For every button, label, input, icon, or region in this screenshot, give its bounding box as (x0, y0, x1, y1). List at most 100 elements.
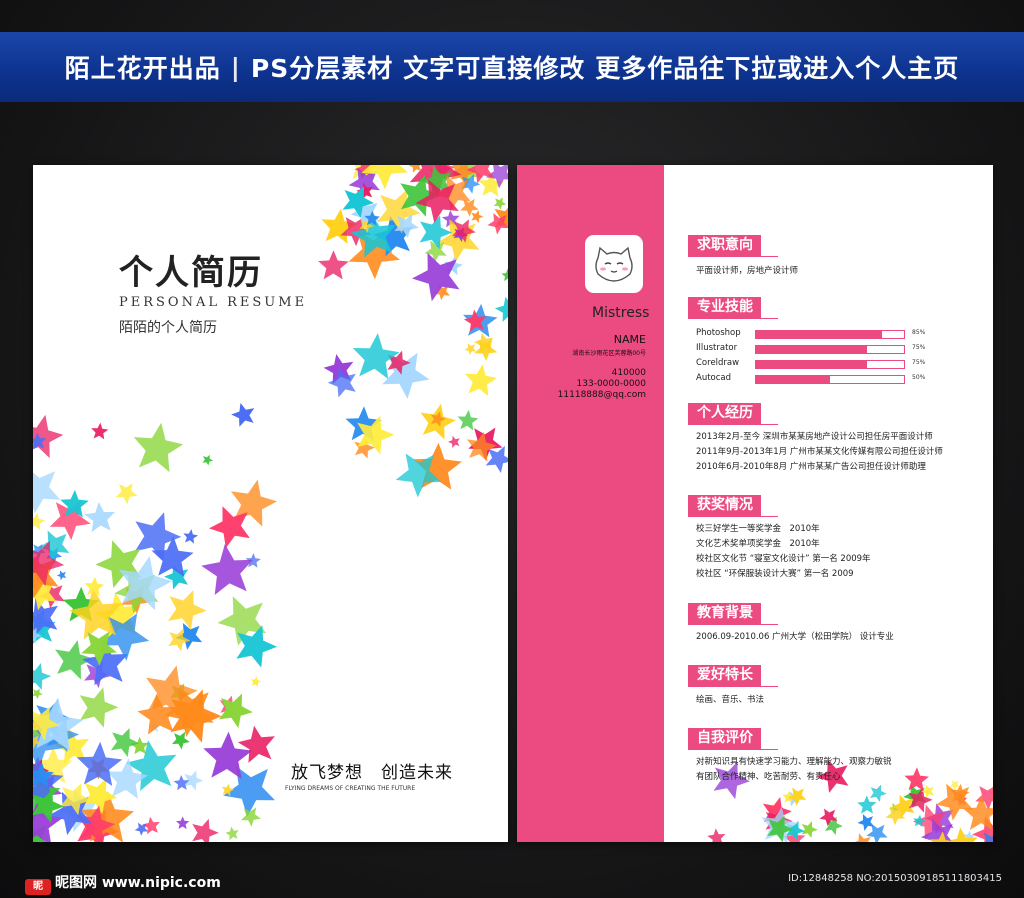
star-shape (250, 676, 262, 687)
star-shape (33, 688, 43, 700)
star-shape (869, 784, 887, 802)
cover-subtitle-cn: 陌陌的个人简历 (119, 320, 217, 336)
star-shape (33, 512, 46, 531)
star-shape (84, 502, 115, 533)
banner-text-2: 文字可直接修改 (403, 54, 586, 83)
cover-slogan-en: FLYING DREAMS OF CREATING THE FUTURE (285, 785, 416, 792)
profile-zip: 410000 (611, 368, 646, 378)
skill-row: Illustrator 75% (696, 342, 936, 357)
skill-bar (755, 360, 905, 369)
list-item: 2010年6月-2010年8月 广州市某某广告公司担任设计师助理 (696, 462, 926, 472)
star-shape (176, 816, 190, 830)
skill-bar (755, 345, 905, 354)
star-shape (485, 445, 508, 473)
resume-content-page: Mistress NAME 湖南长沙雨花区芙蓉路00号 410000 133-0… (517, 165, 993, 842)
section-title-experience: 个人经历 (688, 403, 761, 424)
star-shape (494, 296, 508, 322)
star-shape (493, 197, 507, 210)
avatar (585, 235, 643, 293)
star-shape (201, 543, 253, 595)
profile-address: 湖南长沙雨花区芙蓉路00号 (572, 350, 646, 357)
hobbies-content: 绘画、音乐、书法 (696, 695, 765, 705)
logo-mark-icon: 昵 (25, 879, 51, 895)
skill-name: Coreldraw (696, 358, 740, 368)
star-shape (457, 409, 479, 431)
image-id-text: ID:12848258 NO:20150309185111803415 (788, 873, 1002, 884)
intent-content: 平面设计师，房地产设计师 (696, 266, 799, 276)
star-decoration (33, 165, 508, 842)
skill-row: Coreldraw 75% (696, 357, 936, 372)
banner-text-3: 更多作品往下拉或进入个人主页 (595, 54, 960, 83)
star-shape (115, 483, 138, 505)
skill-name: Photoshop (696, 328, 741, 338)
list-item: 校社区 “环保服装设计大赛” 第一名 2009 (696, 569, 854, 579)
section-title-hobbies: 爱好特长 (688, 665, 761, 686)
self-eval-list: 对新知识具有快速学习能力、理解能力、观察力敏锐 有团队合作精神、吃苦耐劳、有责任… (696, 755, 892, 785)
star-shape (787, 787, 807, 806)
star-shape (487, 213, 508, 235)
section-title-intent: 求职意向 (688, 235, 761, 256)
list-item: 2011年9月-2013年1月 广州市某某文化传媒有限公司担任设计师 (696, 447, 943, 457)
star-shape (223, 766, 275, 817)
star-shape (707, 828, 726, 842)
star-shape (79, 687, 119, 728)
star-shape (225, 826, 239, 841)
star-shape (382, 352, 430, 399)
list-item: 校社区文化节 “寝室文化设计” 第一名 2009年 (696, 554, 871, 564)
cover-title: 个人简历 (119, 253, 263, 293)
star-shape (318, 250, 349, 280)
skill-bar (755, 375, 905, 384)
star-shape (33, 471, 61, 514)
star-shape (352, 333, 400, 379)
star-shape (464, 364, 497, 397)
section-title-awards: 获奖情况 (688, 495, 761, 516)
profile-email: 11118888@qq.com (557, 390, 646, 400)
star-shape (202, 454, 214, 466)
skill-percent: 75% (912, 359, 926, 366)
experience-list: 2013年2月-至今 深圳市某某房地产设计公司担任房平面设计师 2011年9月-… (696, 430, 943, 475)
skill-percent: 50% (912, 374, 926, 381)
star-shape (183, 529, 199, 544)
banner-brand: 陌上花开出品 (64, 54, 221, 83)
star-shape (241, 807, 261, 827)
star-shape (866, 823, 888, 842)
star-shape (192, 818, 219, 842)
skill-bar-fill (756, 361, 867, 368)
skills-list: Photoshop 85% Illustrator 75% Coreldraw 75% Au… (696, 327, 936, 387)
star-shape (231, 402, 255, 427)
skill-bar-fill (756, 376, 830, 383)
star-shape (464, 343, 477, 356)
education-content: 2006.09-2010.06 广州大学（松田学院） 设计专业 (696, 632, 894, 642)
cat-face-icon (595, 246, 633, 282)
profile-nickname: Mistress (592, 305, 650, 321)
skill-name: Autocad (696, 373, 732, 383)
profile-phone: 133-0000-0000 (576, 379, 646, 389)
list-item: 2013年2月-至今 深圳市某某房地产设计公司担任房平面设计师 (696, 432, 933, 442)
divider (688, 749, 778, 750)
skill-bar-fill (756, 346, 867, 353)
star-shape (857, 814, 875, 831)
skill-percent: 85% (912, 329, 926, 336)
section-title-skills: 专业技能 (688, 297, 761, 318)
skill-bar (755, 330, 905, 339)
list-item: 对新知识具有快速学习能力、理解能力、观察力敏锐 (696, 757, 892, 767)
star-shape (327, 368, 356, 398)
divider (688, 624, 778, 625)
top-banner: 陌上花开出品 | PS分层素材 文字可直接修改 更多作品往下拉或进入个人主页 (0, 32, 1024, 102)
star-shape (203, 731, 253, 779)
site-logo-text: 昵图网 www.nipic.com (55, 875, 221, 891)
star-shape (904, 767, 929, 791)
site-logo[interactable]: 昵昵图网 www.nipic.com (25, 872, 221, 895)
divider (688, 424, 778, 425)
resume-cover-page: 个人简历 PERSONAL RESUME 陌陌的个人简历 放飞梦想 创造未来 F… (33, 165, 508, 842)
divider (688, 256, 778, 257)
skill-percent: 75% (912, 344, 926, 351)
star-shape (857, 795, 877, 814)
list-item: 校三好学生一等奖学金 2010年 (696, 524, 820, 534)
cover-subtitle-en: PERSONAL RESUME (119, 295, 308, 310)
profile-name: NAME (613, 333, 646, 346)
star-shape (56, 570, 67, 581)
section-title-education: 教育背景 (688, 603, 761, 624)
skill-row: Autocad 50% (696, 372, 936, 387)
banner-text-1: PS分层素材 (250, 54, 394, 83)
